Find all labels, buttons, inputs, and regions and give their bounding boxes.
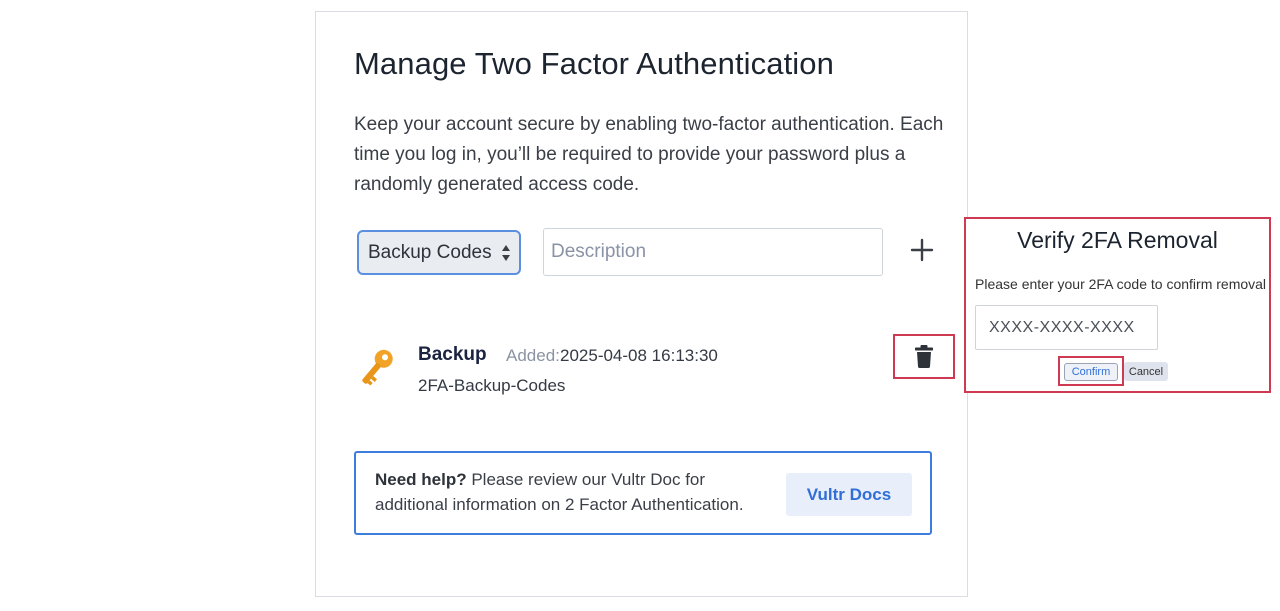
page-description: Keep your account secure by enabling two… [354,114,944,195]
auth-type-select[interactable]: Backup Codes [357,230,521,275]
key-icon [362,349,393,386]
added-timestamp: 2025-04-08 16:13:30 [560,346,718,365]
verify-title: Verify 2FA Removal [1017,227,1218,253]
entry-name: Backup [418,344,487,365]
2fa-code-input[interactable] [975,305,1158,350]
plus-icon[interactable] [908,236,936,264]
confirm-highlight: Confirm [1058,356,1124,386]
manage-2fa-card: Manage Two Factor Authentication Keep yo… [315,11,968,597]
auth-type-select-value: Backup Codes [368,241,492,263]
verify-message: Please enter your 2FA code to confirm re… [975,276,1267,292]
added-label: Added: [506,346,560,365]
entry-subtitle: 2FA-Backup-Codes [418,376,566,395]
confirm-button[interactable]: Confirm [1064,363,1118,381]
help-box: Need help? Please review our Vultr Doc f… [354,451,932,535]
help-text: Need help? Please review our Vultr Doc f… [375,467,775,517]
verify-2fa-removal-panel: Verify 2FA Removal Please enter your 2FA… [964,217,1271,393]
help-bold: Need help? [375,470,467,489]
page-title: Manage Two Factor Authentication [354,46,834,81]
cancel-button[interactable]: Cancel [1124,362,1168,381]
trash-icon [915,345,933,368]
vultr-docs-button[interactable]: Vultr Docs [786,473,912,516]
delete-button[interactable] [893,334,955,379]
description-input[interactable] [543,228,883,276]
select-arrows-icon [502,245,510,261]
